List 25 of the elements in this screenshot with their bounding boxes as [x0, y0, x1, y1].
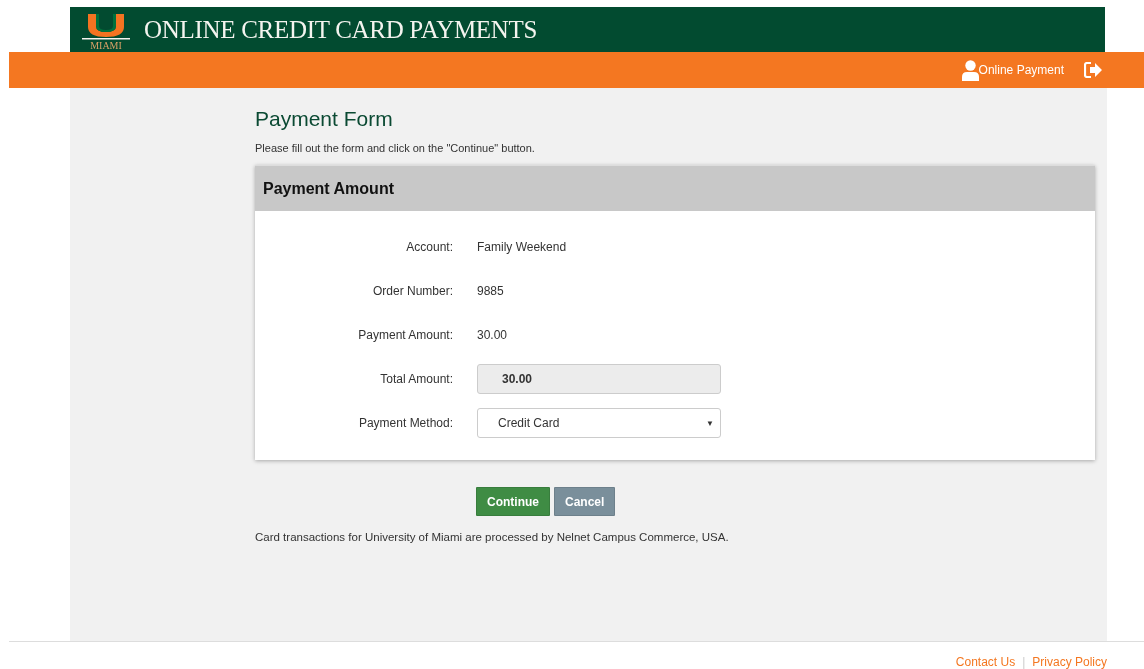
total-amount-field: 30.00: [477, 364, 721, 394]
link-separator: |: [1022, 655, 1026, 669]
logout-icon[interactable]: [1084, 62, 1102, 78]
logo-text: MIAMI: [90, 41, 122, 51]
footer-link[interactable]: Contact Us: [955, 655, 1016, 669]
payment-method-dropdown[interactable]: Credit Card ▼: [477, 408, 721, 438]
site-title: ONLINE CREDIT CARD PAYMENTS: [144, 15, 538, 44]
continue-button[interactable]: Continue: [476, 487, 550, 516]
user-icon: [961, 59, 979, 81]
instructions-text: Please fill out the form and click on the "Continue" button.: [255, 142, 536, 154]
field-label: Payment Amount:: [358, 328, 453, 342]
logo-icon: [81, 14, 131, 40]
panel-title: Payment Amount: [263, 179, 394, 198]
page-title: Payment Form: [255, 106, 394, 132]
field-value: Family Weekend: [477, 240, 568, 254]
processor-notice: Card transactions for University of Miami are processed by Nelnet Campus Commerce, USA.: [255, 531, 730, 543]
field-value: 9885: [477, 284, 505, 298]
field-label: Order Number:: [372, 284, 453, 298]
online-payment-link[interactable]: Online Payment: [978, 63, 1064, 77]
field-label: Total Amount:: [380, 372, 453, 386]
field-label: Payment Method:: [358, 416, 453, 430]
field-label: Account:: [406, 240, 453, 254]
footer-link[interactable]: Privacy Policy: [1032, 655, 1107, 669]
cancel-button[interactable]: Cancel: [554, 487, 616, 516]
field-value: 30.00: [477, 328, 509, 342]
